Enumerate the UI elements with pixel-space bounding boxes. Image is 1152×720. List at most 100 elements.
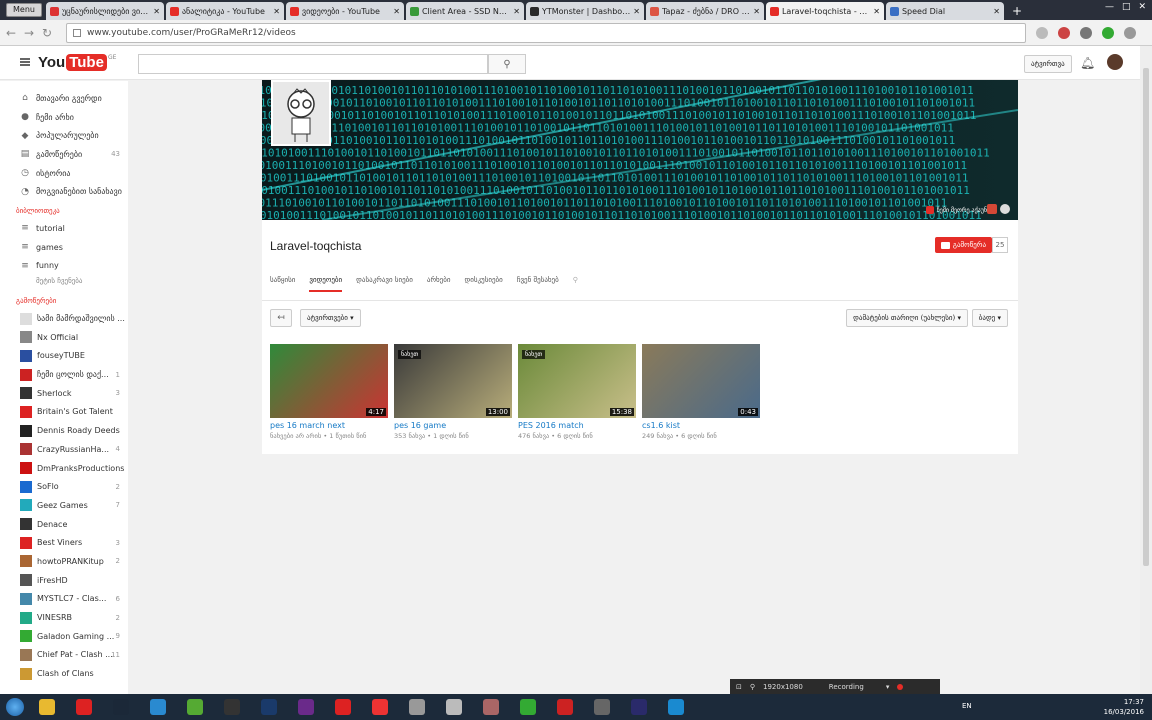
- notepad-app[interactable]: [400, 695, 434, 719]
- guide-menu-icon[interactable]: [20, 58, 30, 66]
- avatar[interactable]: [1107, 54, 1123, 70]
- browser-tab[interactable]: Tapaz - ძებნა / DRO [2016]✕: [645, 2, 764, 20]
- close-tab-icon[interactable]: ✕: [633, 7, 640, 16]
- subscription-item[interactable]: DmPranksProductions: [0, 459, 128, 478]
- subscription-item[interactable]: სამი მამრდაშვილის ...: [0, 309, 128, 328]
- camtasia-app[interactable]: [178, 695, 212, 719]
- guide-item[interactable]: ◔ მოგვიანებით სანახავი: [0, 182, 128, 201]
- grid-dropdown[interactable]: ბადე ▾: [971, 309, 1008, 327]
- tab-channels[interactable]: არხები: [427, 276, 451, 292]
- steam-app[interactable]: [104, 695, 138, 719]
- subscription-item[interactable]: howtoPRANKitup 2: [0, 552, 128, 571]
- playlist-item[interactable]: ≡ funny: [0, 257, 128, 276]
- google-plus-icon[interactable]: [987, 204, 997, 214]
- maximize-icon[interactable]: □: [1122, 2, 1131, 12]
- zoom-icon[interactable]: ⚲: [750, 683, 755, 691]
- browser-tab[interactable]: ანალიტიკა - YouTube ✕: [165, 2, 284, 20]
- photoshop-app[interactable]: [252, 695, 286, 719]
- upload-button[interactable]: ატვირთვა: [1024, 55, 1072, 73]
- subscription-item[interactable]: Denace: [0, 515, 128, 534]
- explorer-app[interactable]: [437, 695, 471, 719]
- browser-tab[interactable]: Client Area - SSD Nodes ✕: [405, 2, 524, 20]
- close-tab-icon[interactable]: ✕: [873, 7, 880, 16]
- scrollbar-thumb[interactable]: [1143, 68, 1149, 566]
- subscription-item[interactable]: Dennis Roady Deeds: [0, 421, 128, 440]
- record-app[interactable]: [326, 695, 360, 719]
- close-tab-icon[interactable]: ✕: [993, 7, 1000, 16]
- channel-search-icon[interactable]: ⚲: [573, 276, 578, 292]
- subscription-item[interactable]: VINESRB 2: [0, 608, 128, 627]
- browser-tab[interactable]: Laravel-toqchista - YouTube✕: [765, 2, 884, 20]
- subscription-item[interactable]: Geez Games 7: [0, 496, 128, 515]
- subscription-item[interactable]: SoFlo 2: [0, 477, 128, 496]
- browser-tab[interactable]: უცნაურისლიდები ვიდეოები✕: [45, 2, 164, 20]
- heart-icon[interactable]: [1036, 26, 1048, 39]
- minimize-icon[interactable]: —: [1105, 2, 1114, 12]
- notifications-icon[interactable]: 🔔︎: [1080, 56, 1095, 70]
- back-icon[interactable]: ←: [6, 26, 24, 40]
- search-button[interactable]: ⚲: [488, 54, 526, 74]
- close-tab-icon[interactable]: ✕: [513, 7, 520, 16]
- subscription-item[interactable]: fouseyTUBE: [0, 347, 128, 366]
- video-thumbnail[interactable]: ნახეთ 15:38: [518, 344, 636, 418]
- subscription-item[interactable]: Best Viners 3: [0, 533, 128, 552]
- premiere-app[interactable]: [289, 695, 323, 719]
- close-window-icon[interactable]: ✕: [1138, 2, 1146, 12]
- close-tab-icon[interactable]: ✕: [153, 7, 160, 16]
- search-input[interactable]: [138, 54, 488, 74]
- extension-icon-3[interactable]: [1102, 26, 1114, 39]
- video-thumbnail[interactable]: ნახეთ 13:00: [394, 344, 512, 418]
- film-app[interactable]: [585, 695, 619, 719]
- guide-item[interactable]: ◷ ისტორია: [0, 164, 128, 183]
- video-title[interactable]: pes 16 game: [394, 421, 512, 430]
- forward-icon[interactable]: →: [24, 26, 42, 40]
- tab-videos[interactable]: ვიდეოები: [309, 276, 343, 292]
- cpuz-app[interactable]: [511, 695, 545, 719]
- banner-link[interactable]: ჩემი მეორე აქაუნტი: [925, 206, 994, 214]
- video-card[interactable]: ნახეთ 15:38 PES 2016 match 476 ნახვა • 6 დღ…: [518, 344, 636, 440]
- browser-menu-icon[interactable]: [1124, 26, 1136, 39]
- tab-playlists[interactable]: დასაკრავი სიები: [356, 276, 413, 292]
- video-title[interactable]: cs1.6 kist: [642, 421, 760, 430]
- filezilla-app[interactable]: [548, 695, 582, 719]
- sort-dropdown[interactable]: დამატების თარიღი (უახლესი) ▾: [846, 309, 968, 327]
- subscription-item[interactable]: Nx Official: [0, 328, 128, 347]
- subscribe-button[interactable]: გამოწერა: [934, 237, 992, 253]
- web-icon[interactable]: [1000, 204, 1010, 214]
- browser-tab[interactable]: YTMonster | Dashboard ✕: [525, 2, 644, 20]
- aftereffects-app[interactable]: [622, 695, 656, 719]
- tab-about[interactable]: ჩვენ შესახებ: [517, 276, 559, 292]
- extension-icon-2[interactable]: [1080, 26, 1092, 39]
- chrome-app[interactable]: [30, 695, 64, 719]
- close-tab-icon[interactable]: ✕: [753, 7, 760, 16]
- subscription-item[interactable]: iFresHD: [0, 571, 128, 590]
- tab-discussion[interactable]: დისკუსიები: [464, 276, 502, 292]
- browser-tab[interactable]: Speed Dial ✕: [885, 2, 1004, 20]
- tab-home[interactable]: საწყისი: [270, 276, 295, 292]
- subscription-item[interactable]: Britain's Got Talent: [0, 403, 128, 422]
- browser-menu-button[interactable]: Menu: [6, 3, 42, 17]
- subscription-item[interactable]: Galadon Gaming ... 9: [0, 627, 128, 646]
- subscription-item[interactable]: ჩემი ცოლის დაქ... 1: [0, 365, 128, 384]
- browser-tab[interactable]: ვიდეოები - YouTube ✕: [285, 2, 404, 20]
- subscription-item[interactable]: Sherlock 3: [0, 384, 128, 403]
- video-card[interactable]: 0:43 cs1.6 kist 249 ნახვა • 6 დღის წინ: [642, 344, 760, 440]
- address-bar[interactable]: www.youtube.com/user/ProGRaMeRr12/videos: [66, 22, 1026, 43]
- close-tab-icon[interactable]: ✕: [393, 7, 400, 16]
- subscription-item[interactable]: CrazyRussianHa... 4: [0, 440, 128, 459]
- back-arrow-icon[interactable]: ↤: [270, 309, 292, 327]
- guide-item[interactable]: ◆ პოპულარულები: [0, 126, 128, 145]
- guide-item[interactable]: ● ჩემი არხი: [0, 108, 128, 127]
- subscription-item[interactable]: Chief Pat - Clash ... 11: [0, 646, 128, 665]
- playlist-item[interactable]: ≡ tutorial: [0, 219, 128, 238]
- extension-icon[interactable]: [1058, 26, 1070, 39]
- opera-app[interactable]: [67, 695, 101, 719]
- guide-item[interactable]: ⌂ მთავარი გვერდი: [0, 89, 128, 108]
- new-tab-button[interactable]: +: [1012, 4, 1022, 18]
- ccleaner-app[interactable]: [141, 695, 175, 719]
- video-title[interactable]: PES 2016 match: [518, 421, 636, 430]
- close-tab-icon[interactable]: ✕: [273, 7, 280, 16]
- video-card[interactable]: ნახეთ 13:00 pes 16 game 353 ნახვა • 1 დღის …: [394, 344, 512, 440]
- sublime-app[interactable]: [474, 695, 508, 719]
- uploads-dropdown[interactable]: ატვირთვები ▾: [300, 309, 361, 327]
